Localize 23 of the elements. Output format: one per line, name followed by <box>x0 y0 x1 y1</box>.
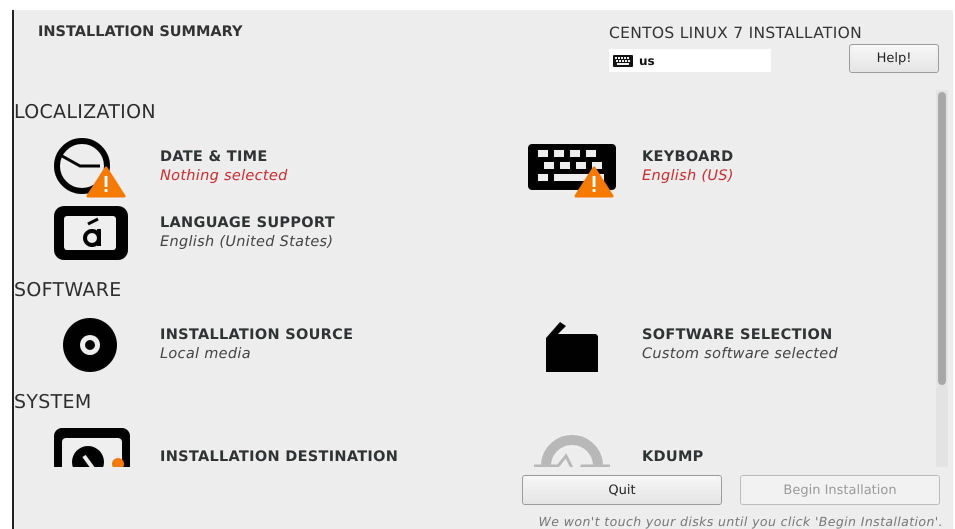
quit-button[interactable]: Quit <box>522 475 722 505</box>
help-button[interactable]: Help! <box>849 44 939 73</box>
spoke-title[interactable]: KDUMP <box>642 448 704 465</box>
spoke-status: English (United States) <box>160 234 334 250</box>
section-heading: LOCALIZATION <box>14 100 157 124</box>
product-title: CENTOS LINUX 7 INSTALLATION <box>609 24 863 42</box>
page-title: INSTALLATION SUMMARY <box>38 24 243 42</box>
footer-note: We won't touch your disks until you click 'Begin Installation'. <box>538 514 944 529</box>
spoke-title[interactable]: LANGUAGE SUPPORT <box>160 215 335 232</box>
section-heading: SOFTWARE <box>14 278 123 302</box>
section-heading: SYSTEM <box>14 390 93 414</box>
spoke-title[interactable]: DATE & TIME <box>160 149 288 166</box>
scrollbar-thumb[interactable] <box>938 92 946 385</box>
keyboard-icon <box>613 54 633 66</box>
spoke-title[interactable]: INSTALLATION DESTINATION <box>160 448 398 465</box>
spoke-status: Nothing selected <box>160 168 288 184</box>
spoke-title[interactable]: SOFTWARE SELECTION <box>642 327 838 344</box>
spoke-title[interactable]: INSTALLATION SOURCE <box>160 327 354 344</box>
spoke-status: Local media <box>160 346 252 362</box>
spoke-title[interactable]: KEYBOARD <box>642 149 734 166</box>
spoke-status: English (US) <box>642 168 734 184</box>
spoke-status: Custom software selected <box>642 346 838 362</box>
keyboard-layout-indicator[interactable]: us <box>609 49 771 72</box>
